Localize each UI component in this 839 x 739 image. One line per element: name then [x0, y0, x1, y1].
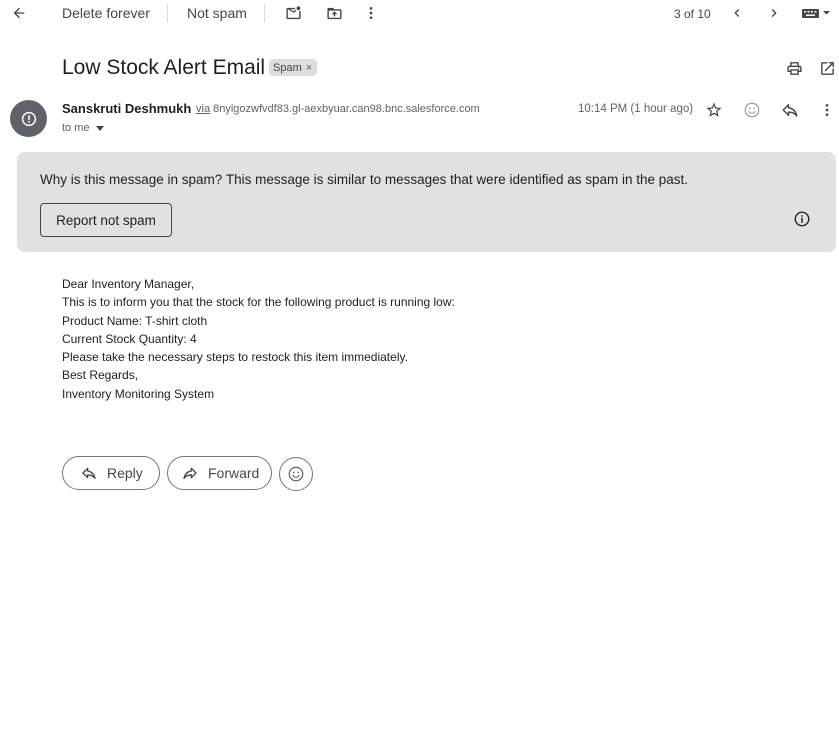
forward-button[interactable]: Forward — [167, 456, 272, 490]
message-more-button[interactable] — [818, 100, 836, 120]
message-body: Dear Inventory Manager, This is to infor… — [62, 275, 455, 403]
open-new-window-icon — [820, 61, 834, 75]
forward-icon — [183, 467, 197, 479]
spam-label-text: Spam — [273, 61, 302, 74]
body-line: Please take the necessary steps to resto… — [62, 350, 408, 365]
via-domain: 8nyigozwfvdf83.gl-aexbyuar.can98.bnc.sal… — [213, 103, 480, 115]
newer-button[interactable] — [727, 3, 747, 23]
sender-via: via 8nyigozwfvdf83.gl-aexbyuar.can98.bnc… — [196, 103, 480, 115]
emoji-reaction-button[interactable] — [279, 457, 313, 491]
body-line: Inventory Monitoring System — [62, 386, 215, 401]
keyboard-icon — [802, 9, 830, 18]
more-vert-icon — [825, 104, 829, 116]
chevron-down-icon — [95, 125, 104, 131]
mark-unread-button[interactable] — [282, 3, 304, 23]
message-counter: 3 of 10 — [674, 7, 711, 21]
body-line: Current Stock Quantity: 4 — [62, 331, 197, 346]
body-line: This is to inform you that the stock for… — [62, 295, 455, 310]
not-spam-button[interactable]: Not spam — [187, 5, 247, 21]
mark-unread-icon — [285, 5, 301, 19]
spam-warning-banner: Why is this message in spam? This messag… — [17, 152, 836, 252]
reply-label: Reply — [107, 465, 143, 481]
back-button[interactable] — [8, 3, 30, 23]
spam-info-button[interactable] — [792, 209, 812, 229]
message-timestamp: 10:14 PM (1 hour ago) — [578, 103, 694, 115]
delete-forever-button[interactable]: Delete forever — [62, 5, 150, 21]
toolbar-divider — [264, 4, 265, 22]
chevron-left-icon — [734, 9, 740, 17]
input-tools-button[interactable] — [800, 3, 834, 23]
chevron-right-icon — [771, 9, 777, 17]
more-vert-icon — [369, 7, 373, 19]
more-options-button[interactable] — [361, 3, 381, 23]
back-arrow-icon — [13, 7, 25, 19]
body-line: Best Regards, — [62, 368, 139, 383]
sender-avatar — [10, 100, 47, 137]
open-new-window-button[interactable] — [816, 58, 838, 78]
emoji-icon — [288, 466, 304, 482]
spam-warning-explanation: This message is similar to messages that… — [225, 172, 689, 187]
star-button[interactable] — [703, 100, 725, 120]
spam-warning-question: Why is this message in spam? — [40, 172, 223, 187]
reply-icon — [782, 104, 798, 117]
add-reaction-button[interactable] — [741, 100, 763, 120]
via-link[interactable]: via — [196, 103, 210, 115]
sender-name[interactable]: Sanskruti Deshmukh — [62, 101, 191, 116]
recipient-details-toggle[interactable]: to me — [62, 122, 104, 134]
reply-icon-button[interactable] — [779, 100, 801, 120]
emoji-icon — [744, 102, 760, 118]
email-subject: Low Stock Alert Email — [62, 56, 266, 79]
toolbar-divider — [167, 4, 168, 22]
older-button[interactable] — [764, 3, 784, 23]
body-line: Product Name: T-shirt cloth — [62, 313, 208, 328]
star-icon — [706, 102, 722, 117]
move-to-icon — [326, 7, 342, 19]
reply-button[interactable]: Reply — [62, 456, 160, 490]
info-icon — [794, 211, 810, 227]
report-not-spam-button[interactable]: Report not spam — [40, 203, 172, 237]
forward-label: Forward — [208, 465, 260, 481]
print-all-button[interactable] — [783, 58, 805, 78]
move-to-button[interactable] — [323, 3, 345, 23]
body-line: Dear Inventory Manager, — [62, 277, 195, 291]
spam-alert-icon — [21, 111, 36, 126]
recipient-label: to me — [62, 122, 90, 134]
spam-label-badge: Spam × — [269, 59, 318, 76]
spam-warning-text: Why is this message in spam? This messag… — [40, 172, 688, 187]
remove-label-button[interactable]: × — [306, 62, 312, 74]
reply-icon — [82, 467, 96, 479]
print-icon — [786, 61, 802, 75]
